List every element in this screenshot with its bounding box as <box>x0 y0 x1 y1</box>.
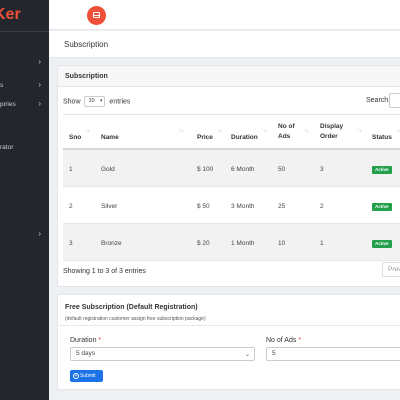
no-of-ads-label: No of Ads * <box>266 337 302 344</box>
cell-price: $ 100 <box>197 166 214 173</box>
cell-sno: 2 <box>69 203 73 210</box>
column-header-display-order[interactable]: Display Order <box>320 122 354 142</box>
table-row: 3 Bronze $ 20 1 Month 10 1 Active <box>63 224 400 261</box>
show-label: Show <box>63 98 81 106</box>
chevron-right-icon: › <box>38 99 41 108</box>
cell-duration: 1 Month <box>231 240 255 247</box>
free-subscription-title: Free Subscription (Default Registration) <box>65 304 198 311</box>
free-subscription-card: Free Subscription (Default Registration)… <box>57 294 400 390</box>
cell-display-order: 3 <box>320 166 324 173</box>
page-header: Subscription <box>49 31 400 58</box>
table-info: Showing 1 to 3 of 3 entries <box>63 268 146 275</box>
column-header-duration[interactable]: Duration <box>231 133 258 143</box>
sort-icon[interactable]: ↑↓ <box>179 128 184 134</box>
cell-display-order: 2 <box>320 203 324 210</box>
status-badge[interactable]: Active <box>372 240 392 248</box>
cell-price: $ 20 <box>197 240 210 247</box>
chevron-right-icon: › <box>38 229 41 238</box>
entries-select[interactable]: 10 <box>84 96 106 107</box>
cell-sno: 3 <box>69 240 73 247</box>
plus-circle-icon: + <box>73 372 79 379</box>
column-header-price[interactable]: Price <box>197 133 213 143</box>
sidebar-item-1[interactable]: › <box>0 57 49 69</box>
submit-button[interactable]: + Submit <box>70 370 103 382</box>
sidebar-divider <box>0 31 49 32</box>
sort-icon[interactable]: ↑↓ <box>357 128 362 134</box>
status-badge[interactable]: Active <box>372 166 392 174</box>
entries-length-control: Show 10 entries <box>63 96 130 107</box>
required-mark: * <box>298 337 302 344</box>
column-header-status[interactable]: Status <box>372 133 392 143</box>
status-badge[interactable]: Active <box>372 203 392 211</box>
table-header[interactable]: Sno ↑↓ Name ↑↓ Price ↑↓ Duration ↑↓ No o… <box>63 114 400 150</box>
page-title: Subscription <box>64 40 109 49</box>
card-header: Subscription <box>58 66 400 87</box>
sidebar-item-label: s <box>0 82 4 89</box>
cell-duration: 3 Month <box>231 203 255 210</box>
duration-label: Duration * <box>70 337 102 344</box>
sidebar-item-5[interactable]: › <box>0 229 49 241</box>
brand-logo[interactable]: Ker <box>0 6 49 24</box>
cell-no-of-ads: 10 <box>278 240 286 247</box>
column-header-name[interactable]: Name <box>101 133 119 143</box>
cell-no-of-ads: 50 <box>278 166 286 173</box>
top-bar <box>49 0 400 30</box>
subscription-card: Subscription Show 10 entries Search: Sno… <box>57 65 400 287</box>
sort-icon[interactable]: ↑↓ <box>396 128 400 134</box>
chevron-right-icon: › <box>38 57 41 66</box>
search-label: Search: <box>366 97 391 104</box>
free-subscription-subtitle: (default registration customer assign fr… <box>65 316 206 322</box>
menu-toggle-button[interactable] <box>87 6 106 25</box>
sort-icon[interactable]: ↑↓ <box>263 128 268 134</box>
sort-icon[interactable]: ↑↓ <box>304 128 309 134</box>
column-header-sno[interactable]: Sno <box>69 133 81 143</box>
cell-sno: 1 <box>69 166 73 173</box>
column-header-no-of-ads[interactable]: No of Ads <box>278 122 304 142</box>
sidebar-item-label: gories <box>0 101 16 108</box>
duration-select[interactable]: 5 days ⌄ <box>70 347 255 361</box>
cell-display-order: 1 <box>320 240 324 247</box>
sidebar-item-2[interactable]: s › <box>0 80 49 92</box>
duration-value: 5 days <box>76 350 96 357</box>
chevron-down-icon: ⌄ <box>244 352 250 358</box>
card-title: Subscription <box>65 73 108 80</box>
sidebar-item-label: rator <box>0 144 14 151</box>
previous-page-button[interactable]: Prev <box>382 262 400 277</box>
sidebar-item-categories[interactable]: gories › <box>0 99 49 111</box>
menu-icon <box>93 12 100 18</box>
card-divider <box>58 325 400 326</box>
sort-icon[interactable]: ↑↓ <box>85 128 90 134</box>
cell-price: $ 50 <box>197 203 210 210</box>
entries-label: entries <box>109 98 131 106</box>
cell-name: Silver <box>101 203 118 210</box>
table-row: 1 Gold $ 100 6 Month 50 3 Active <box>63 150 400 187</box>
sidebar: Ker › s › gories › rator › <box>0 0 49 400</box>
required-mark: * <box>98 337 102 344</box>
chevron-right-icon: › <box>38 80 41 89</box>
cell-name: Gold <box>101 166 115 173</box>
no-of-ads-input[interactable]: 5 <box>266 347 400 361</box>
cell-no-of-ads: 25 <box>278 203 286 210</box>
cell-duration: 6 Month <box>231 166 255 173</box>
sort-icon[interactable]: ↑↓ <box>217 128 222 134</box>
cell-name: Bronze <box>101 240 122 247</box>
table-row: 2 Silver $ 50 3 Month 25 2 Active <box>63 187 400 224</box>
search-input[interactable] <box>389 93 400 108</box>
submit-label: Submit <box>80 373 96 379</box>
sidebar-item-administrator[interactable]: rator <box>0 142 49 154</box>
